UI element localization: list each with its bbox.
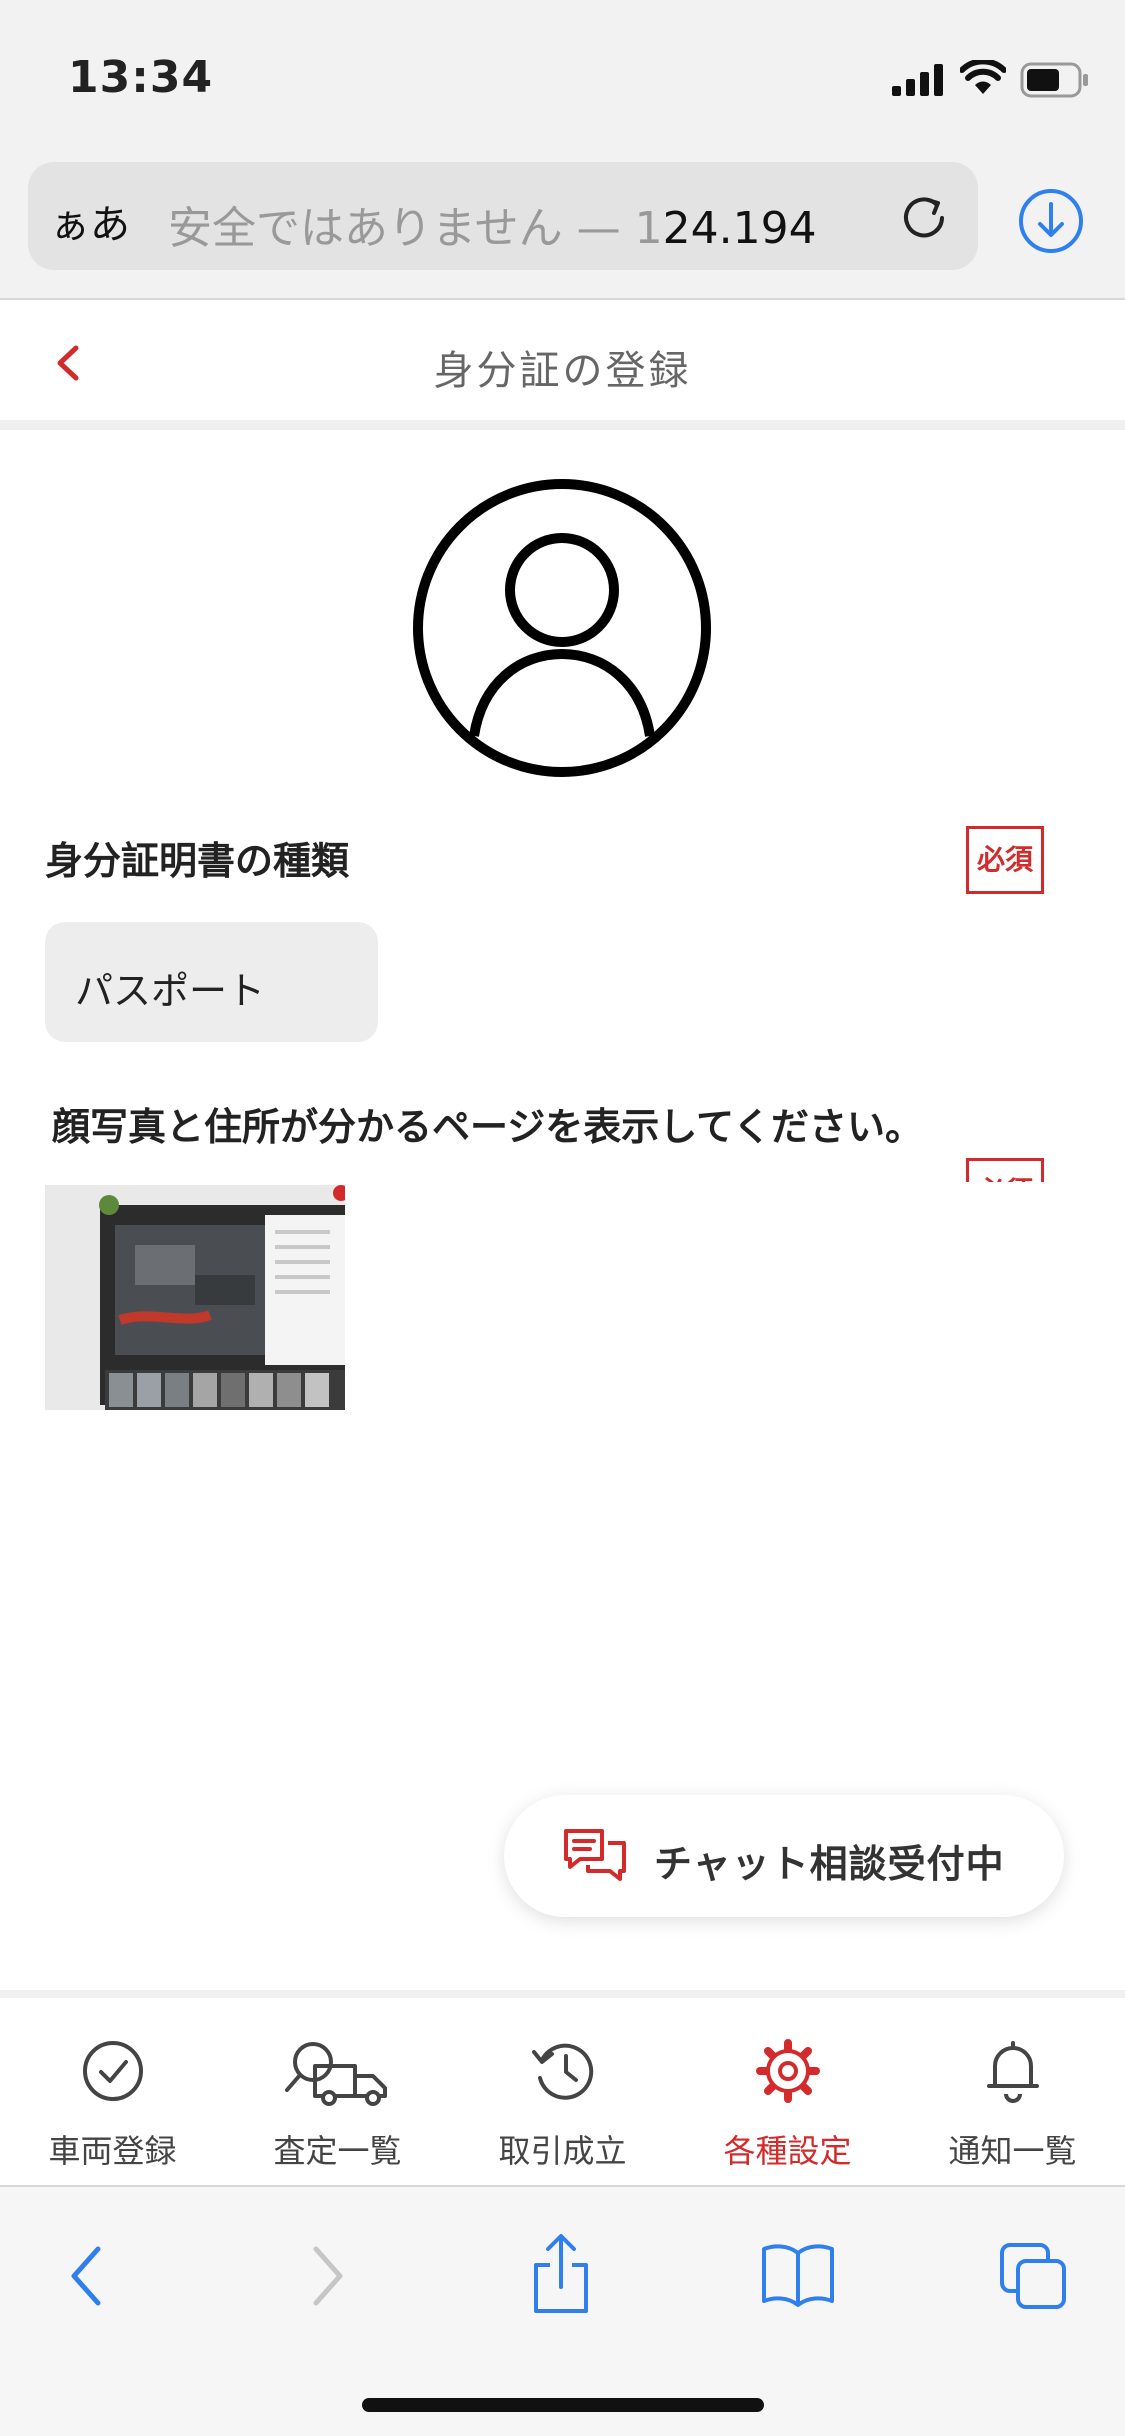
url-security-prefix: 安全ではありません — 1 <box>168 203 663 254</box>
photo-instruction: 顔写真と住所が分かるページを表示してください。 <box>52 1105 923 1149</box>
gear-icon <box>755 2039 820 2103</box>
tab-label: 各種設定 <box>723 2132 852 2170</box>
id-type-label: 身分証明書の種類 <box>45 839 350 883</box>
battery-icon <box>1020 62 1088 98</box>
tab-notifications[interactable]: 通知一覧 <box>900 1998 1125 2185</box>
page-title: 身分証の登録 <box>433 348 692 394</box>
tab-vehicle-registration[interactable]: 車両登録 <box>0 1998 225 2185</box>
status-bar: 13:34 <box>0 0 1125 150</box>
check-circle-icon <box>82 2041 143 2101</box>
tab-label: 通知一覧 <box>948 2132 1077 2170</box>
home-indicator <box>362 2398 764 2412</box>
browser-address-area: ぁあ 安全ではありません — 124.194 <box>0 150 1125 300</box>
id-type-select[interactable]: パスポート <box>45 922 378 1042</box>
text-size-button[interactable]: ぁあ <box>50 192 130 250</box>
bell-icon <box>986 2041 1039 2103</box>
header-divider <box>0 420 1125 430</box>
browser-back-icon[interactable] <box>62 2241 112 2311</box>
download-icon[interactable] <box>1016 186 1086 256</box>
history-icon <box>531 2043 593 2100</box>
share-icon[interactable] <box>528 2231 594 2317</box>
reload-icon[interactable] <box>900 192 950 242</box>
cellular-signal-icon <box>892 64 943 96</box>
user-avatar-icon <box>413 479 711 777</box>
truck-search-icon <box>284 2042 387 2106</box>
url-host: 24.194 <box>662 203 817 254</box>
required-badge: 必須 <box>966 826 1044 894</box>
uploaded-photo-thumbnail[interactable] <box>45 1185 345 1410</box>
tab-deals-closed[interactable]: 取引成立 <box>450 1998 675 2185</box>
bookmarks-icon[interactable] <box>760 2241 836 2307</box>
address-bar[interactable]: ぁあ 安全ではありません — 124.194 <box>28 162 978 270</box>
tab-label: 車両登録 <box>48 2132 177 2170</box>
chat-bubbles-icon <box>564 1829 626 1881</box>
photo-image <box>45 1185 345 1410</box>
photo-required-badge-clip: 必須 <box>966 1158 1044 1182</box>
bottom-tab-bar: 車両登録 査定一覧 取引成立 各種設定 通知一覧 <box>0 1990 1125 2185</box>
chat-consult-button[interactable]: チャット相談受付中 <box>504 1795 1064 1917</box>
photo-required-badge: 必須 <box>966 1158 1044 1182</box>
id-type-value: パスポート <box>75 969 266 1013</box>
wifi-icon <box>960 60 1006 94</box>
tab-settings[interactable]: 各種設定 <box>675 1998 900 2185</box>
status-time: 13:34 <box>68 52 214 103</box>
tab-label: 取引成立 <box>498 2132 627 2170</box>
page-header: 身分証の登録 <box>0 302 1125 420</box>
browser-forward-icon[interactable] <box>302 2241 352 2311</box>
tab-label: 査定一覧 <box>273 2132 402 2170</box>
tabs-icon[interactable] <box>998 2241 1070 2311</box>
url-text[interactable]: 安全ではありません — 124.194 <box>168 192 817 256</box>
chat-consult-label: チャット相談受付中 <box>654 1842 1005 1886</box>
tab-appraisal-list[interactable]: 査定一覧 <box>225 1998 450 2185</box>
